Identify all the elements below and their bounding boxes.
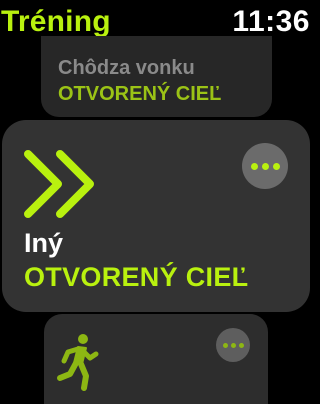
workout-goal: OTVORENÝ CIEĽ	[24, 262, 249, 292]
double-chevron-right-icon	[24, 150, 94, 218]
workout-name: Iný	[24, 228, 64, 258]
workout-card-running[interactable]	[44, 314, 268, 404]
more-options-button[interactable]	[216, 328, 250, 362]
workout-card-outdoor-walk[interactable]: Chôdza vonku OTVORENÝ CIEĽ	[41, 36, 272, 117]
clock: 11:36	[232, 5, 310, 38]
workout-goal: OTVORENÝ CIEĽ	[58, 83, 222, 105]
workout-card-other[interactable]: Iný OTVORENÝ CIEĽ	[2, 120, 310, 312]
ellipsis-icon	[250, 162, 280, 170]
running-icon	[57, 334, 99, 391]
app-title: Tréning	[1, 5, 111, 38]
workout-name: Chôdza vonku	[58, 57, 195, 79]
ellipsis-icon	[222, 342, 244, 348]
more-options-button[interactable]	[242, 143, 288, 189]
